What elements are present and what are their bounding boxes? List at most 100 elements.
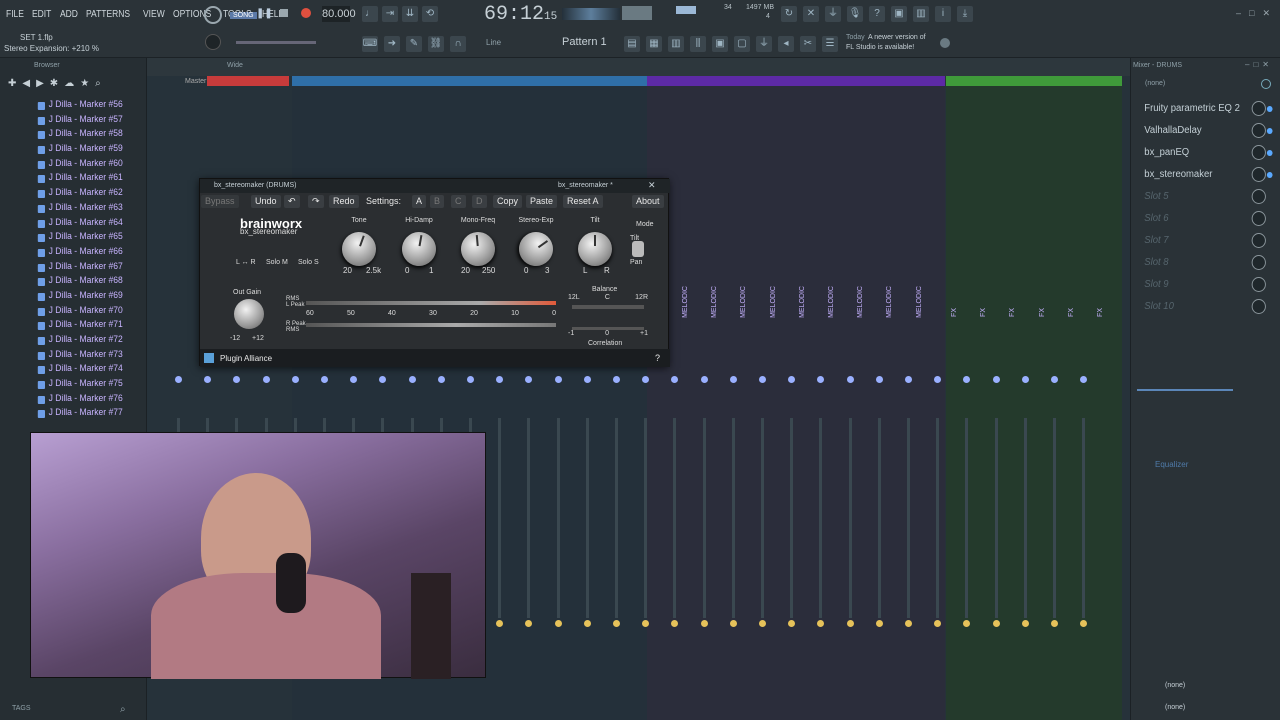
mixer-input[interactable]: (none)	[1145, 80, 1165, 87]
piano-icon[interactable]: ▥	[913, 6, 929, 22]
mixer-slot[interactable]: Slot 10	[1131, 296, 1274, 318]
mixer-icon[interactable]: ⫼	[690, 36, 706, 52]
mixer-route-icon[interactable]	[846, 376, 854, 383]
slot-mix-knob[interactable]	[1251, 123, 1266, 138]
news-icon[interactable]	[940, 38, 950, 48]
setting-b-button[interactable]: B	[430, 195, 445, 208]
browser-tags[interactable]: TAGS	[12, 705, 31, 712]
browser-item[interactable]: J Dilla - Marker #76	[0, 393, 132, 408]
slot-enable-icon[interactable]	[1266, 106, 1273, 112]
pencil-icon[interactable]: ✎	[406, 36, 422, 52]
mixer-route-icon[interactable]	[992, 376, 1000, 383]
channel-fader[interactable]	[731, 418, 735, 618]
browser-item[interactable]: J Dilla - Marker #73	[0, 349, 132, 364]
channel-fader[interactable]	[615, 418, 618, 618]
browser-back-icon[interactable]: ◀	[22, 78, 30, 89]
browser-item[interactable]: J Dilla - Marker #57	[0, 114, 132, 129]
channel-fader[interactable]	[1053, 418, 1056, 618]
output-2[interactable]: (none)	[1165, 704, 1185, 711]
touch-icon[interactable]: ☰	[822, 36, 838, 52]
browser-item[interactable]: J Dilla - Marker #77	[0, 407, 132, 422]
menu-add[interactable]: ADD	[60, 9, 78, 20]
mixer-slot[interactable]: Slot 5	[1131, 186, 1274, 208]
speaker-icon[interactable]: ◂	[778, 36, 794, 52]
mode-switch[interactable]	[632, 241, 644, 257]
mixer-route-icon[interactable]	[729, 376, 737, 383]
mixer-route-icon[interactable]	[1021, 376, 1029, 383]
channel-fader[interactable]	[673, 418, 677, 618]
slot-mix-knob[interactable]	[1251, 101, 1266, 116]
news-line1[interactable]: A newer version of	[868, 34, 926, 41]
mixer-window-controls[interactable]: –□✕	[1245, 60, 1273, 69]
mixer-route-icon[interactable]	[233, 376, 241, 383]
browser-item[interactable]: J Dilla - Marker #64	[0, 217, 132, 232]
browser-item[interactable]: J Dilla - Marker #59	[0, 143, 132, 158]
mixer-route-icon[interactable]	[583, 376, 591, 383]
eq-label[interactable]: Equalizer	[1155, 460, 1188, 469]
pause-icon[interactable]: ❚❚	[256, 8, 273, 19]
record-icon[interactable]	[301, 8, 311, 18]
channel-fader[interactable]	[790, 418, 794, 618]
mixer-route-icon[interactable]	[905, 376, 912, 383]
copy-button[interactable]: Copy	[493, 195, 523, 208]
browser-item[interactable]: J Dilla - Marker #61	[0, 172, 132, 187]
channel-pan-icon[interactable]	[583, 620, 591, 627]
browser-item[interactable]: J Dilla - Marker #72	[0, 334, 132, 349]
master-volume-knob[interactable]	[205, 34, 221, 50]
setting-c-button[interactable]: C	[451, 195, 466, 208]
output-1[interactable]: (none)	[1165, 682, 1185, 689]
refresh-icon[interactable]: ↻	[781, 6, 797, 22]
wait-icon[interactable]: ⇥	[382, 6, 398, 22]
link-icon[interactable]: ⛓	[428, 36, 444, 52]
edison-icon[interactable]: ✂	[800, 36, 816, 52]
solo-s-button[interactable]: Solo S	[298, 259, 319, 266]
reset-button[interactable]: Reset A	[563, 195, 603, 208]
browser-forward-icon[interactable]: ▶	[36, 78, 44, 89]
channel-fader[interactable]	[819, 418, 823, 618]
browser-search-icon[interactable]: ⌕	[95, 78, 101, 89]
browser-item[interactable]: J Dilla - Marker #62	[0, 187, 132, 202]
mixer-slot[interactable]: Slot 9	[1131, 274, 1274, 296]
mixer-slot[interactable]: Slot 7	[1131, 230, 1274, 252]
channel-pan-icon[interactable]	[846, 620, 854, 627]
plugin-help-icon[interactable]: ?	[655, 353, 660, 363]
browser-item[interactable]: J Dilla - Marker #58	[0, 128, 132, 143]
mixer-slot[interactable]: ValhallaDelay	[1131, 120, 1274, 142]
info-icon[interactable]: i	[935, 6, 951, 22]
channel-fader[interactable]	[556, 418, 560, 618]
lr-swap-button[interactable]: L ↔ R	[236, 259, 256, 266]
channel-fader[interactable]	[1023, 418, 1027, 618]
pat-song-toggle-icon[interactable]	[204, 6, 222, 24]
arrow-icon[interactable]: ➜	[384, 36, 400, 52]
browser-item[interactable]: J Dilla - Marker #63	[0, 202, 132, 217]
browser-all-icon[interactable]: ✚	[8, 78, 16, 89]
tools-icon[interactable]: ✕	[803, 6, 819, 22]
channel-fader[interactable]	[702, 418, 706, 618]
metronome-icon[interactable]: ♩	[362, 6, 378, 22]
channel-fader[interactable]	[644, 418, 648, 618]
slot-mix-knob[interactable]	[1251, 277, 1266, 292]
channel-pan-icon[interactable]	[613, 620, 620, 627]
pattern-selector[interactable]: Pattern 1	[562, 36, 607, 48]
menu-patterns[interactable]: PATTERNS	[86, 9, 130, 20]
slot-mix-knob[interactable]	[1251, 145, 1266, 160]
undo-button[interactable]: Undo	[251, 195, 281, 208]
channel-fader[interactable]	[1082, 418, 1086, 618]
download-icon[interactable]: ⤓	[957, 6, 973, 22]
save-icon[interactable]: ▣	[891, 6, 907, 22]
time-display[interactable]: 69:1215	[484, 3, 557, 26]
mixer-route-icon[interactable]	[437, 376, 445, 383]
undo-icon[interactable]: ↶	[284, 195, 300, 208]
snap-selector[interactable]: Line	[486, 38, 501, 47]
slot-enable-icon[interactable]	[1266, 128, 1273, 134]
browser-item[interactable]: J Dilla - Marker #56	[0, 99, 132, 114]
mixer-slot[interactable]: Slot 8	[1131, 252, 1274, 274]
slot-enable-icon[interactable]	[1266, 172, 1273, 178]
mixer-slot[interactable]: bx_stereomaker	[1131, 164, 1274, 186]
channel-fader[interactable]	[527, 418, 531, 618]
browser-item[interactable]: J Dilla - Marker #69	[0, 290, 132, 305]
redo-icon[interactable]: ↷	[308, 195, 324, 208]
slot-mix-knob[interactable]	[1251, 299, 1266, 314]
browser-item[interactable]: J Dilla - Marker #60	[0, 158, 132, 173]
about-button[interactable]: About	[632, 195, 664, 208]
